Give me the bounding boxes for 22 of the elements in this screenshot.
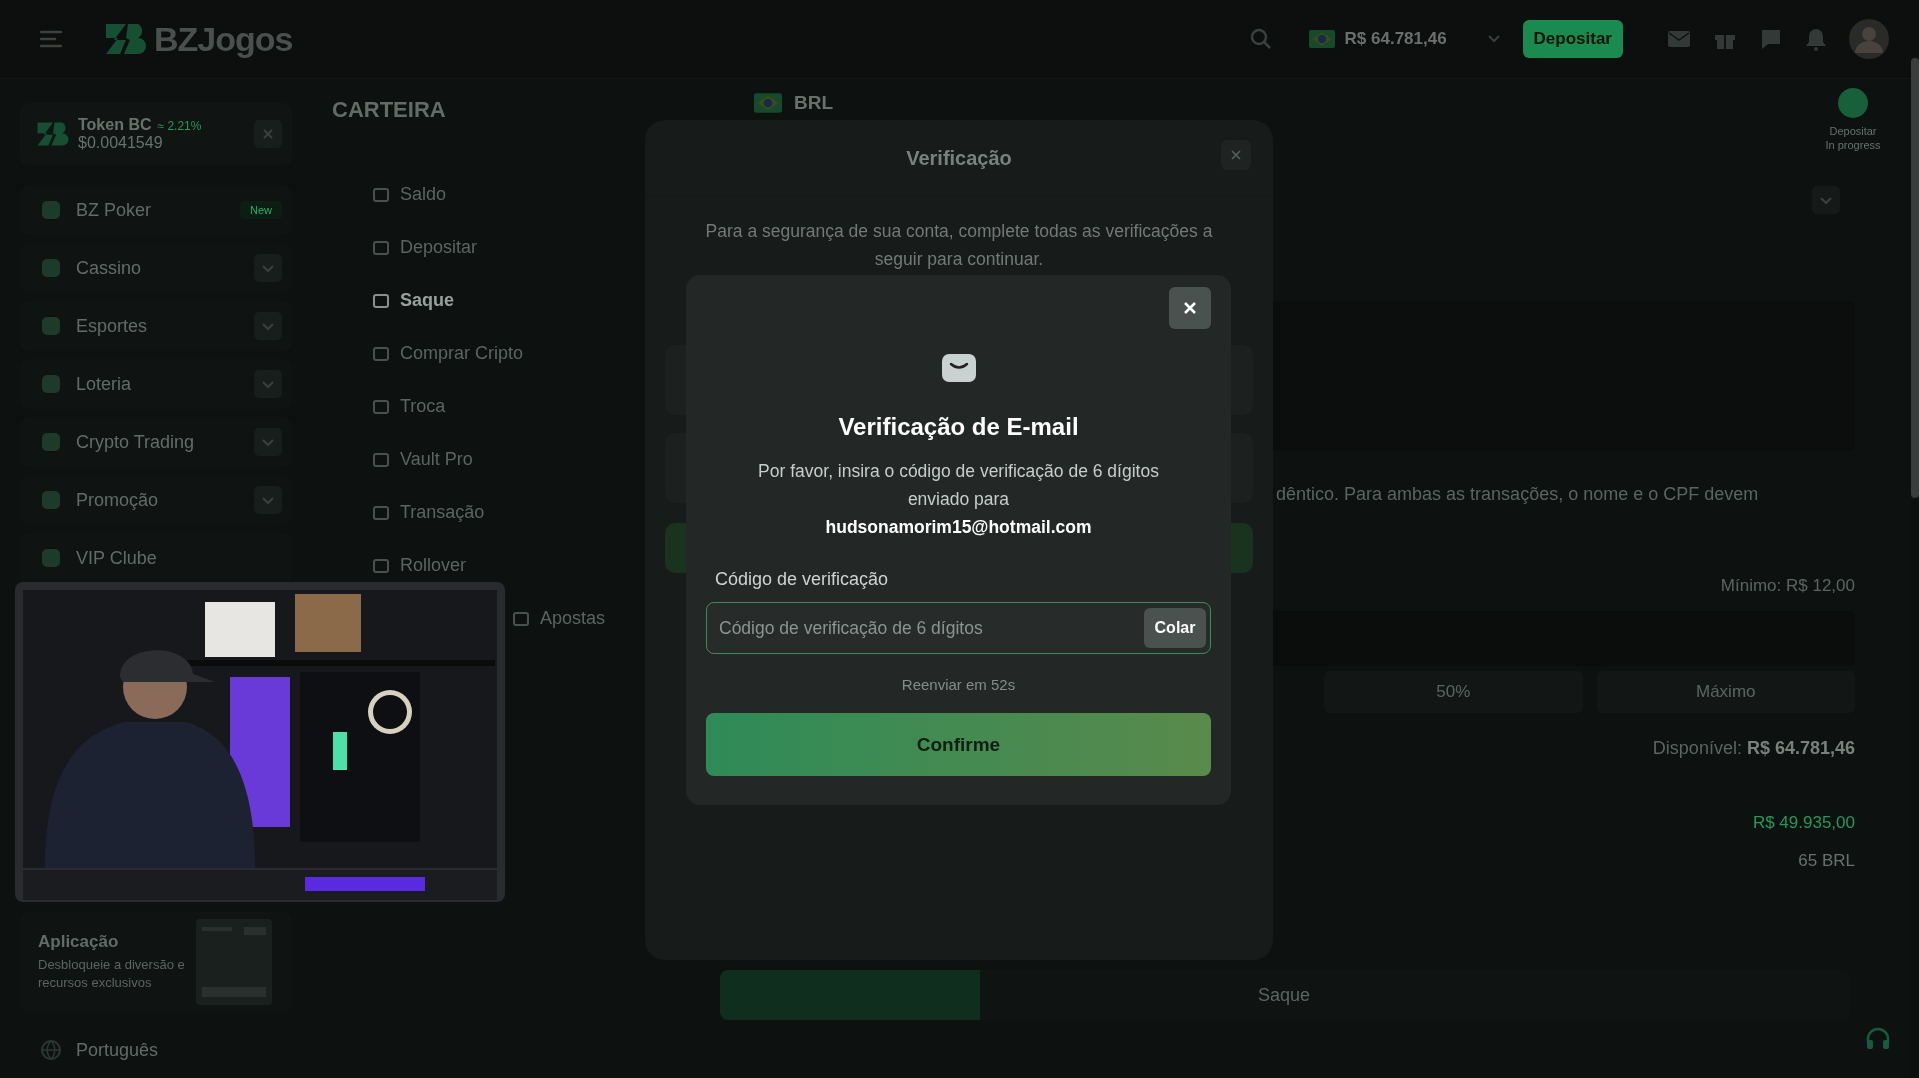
token-price: $0.0041549 — [78, 134, 164, 152]
field-label: Código de verificação — [715, 569, 889, 590]
deposit-status-text: Depositar In progress — [1825, 124, 1881, 153]
balance-amount: R$ 64.781,46 — [1344, 29, 1448, 49]
wallet-title: CARTEIRA — [332, 97, 447, 123]
token-name: Token BC — [78, 116, 152, 134]
dialog-text: Por favor, insira o código de verificação de 6 dígitos enviado para — [757, 460, 1160, 511]
fee-amount: 65 BRL — [1798, 851, 1855, 871]
available-balance: Disponível: R$ 64.781,46 — [1652, 738, 1855, 759]
app-title: Aplicação — [38, 931, 120, 952]
app-description: Desbloqueie a diversão e recursos exclusivos — [38, 955, 186, 992]
token-change: ≈ 2.21% — [157, 119, 202, 133]
email-address: hudsonamorim15@hotmail.com — [825, 516, 1092, 539]
converted-amount: R$ 49.935,00 — [1752, 813, 1855, 833]
dialog-title: Verificação — [906, 146, 1012, 170]
resend-timer: Reenviar em 52s — [901, 676, 1016, 693]
notice-text: dêntico. Para ambas as transações, o nome e o CPF devem — [1276, 484, 1759, 505]
dialog-text: Para a segurança de sua conta, complete todas as verificações a seguir para continuar. — [704, 220, 1214, 271]
new-badge: New — [240, 201, 282, 219]
minimum-amount: Mínimo: R$ 12,00 — [1720, 576, 1855, 596]
currency-label: BRL — [794, 92, 834, 114]
dialog-title: Verificação de E-mail — [838, 413, 1079, 441]
